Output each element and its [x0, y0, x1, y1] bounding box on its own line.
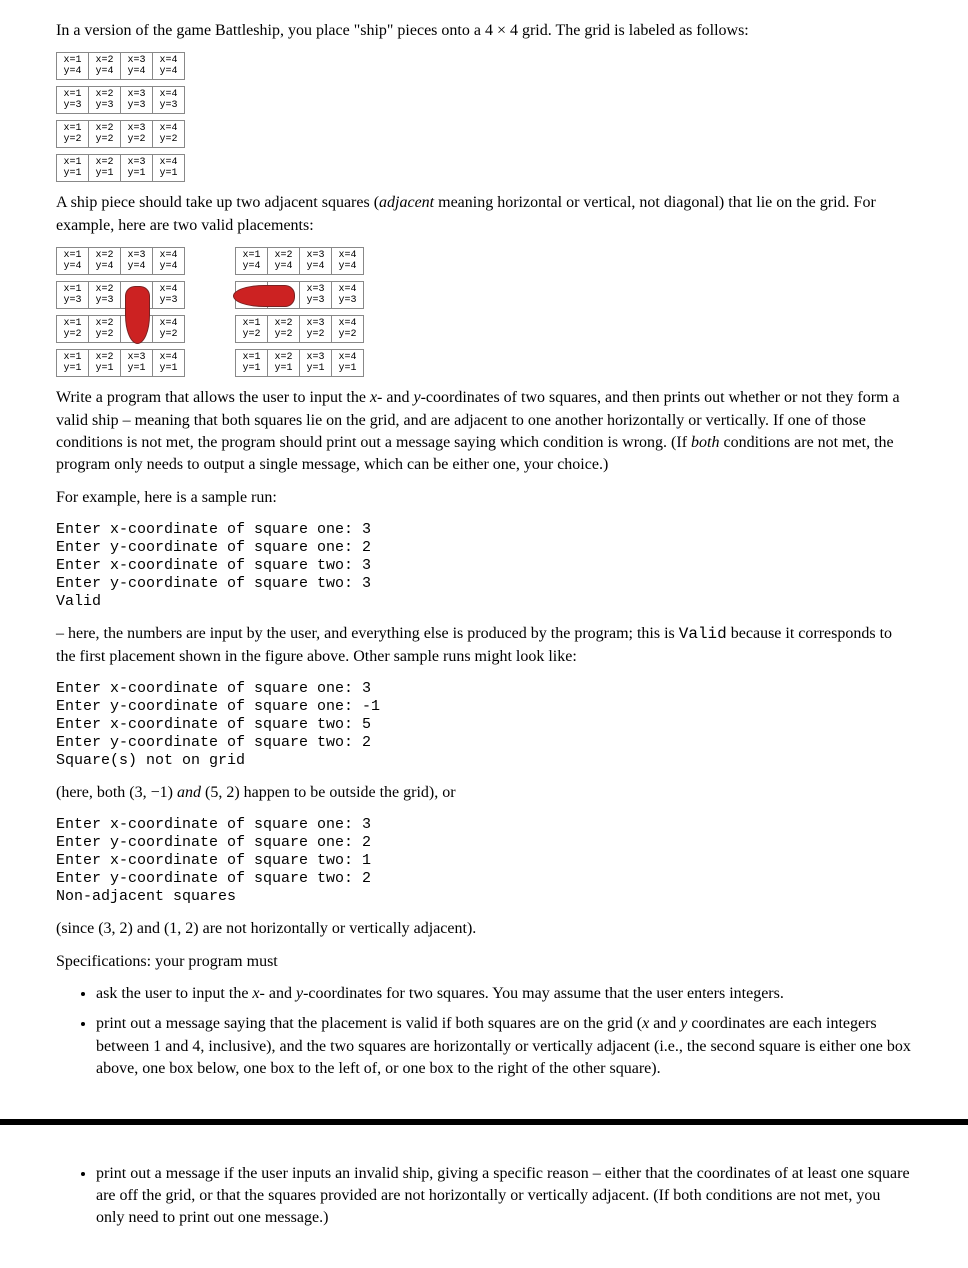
cell: x=2 y=3	[89, 87, 121, 114]
program-text: Write a program that allows the user to …	[56, 387, 912, 477]
cell: x=4 y=4	[153, 53, 185, 80]
ship-vertical-icon	[125, 286, 150, 344]
cell: x=2 y=3	[89, 282, 121, 309]
cell: x=4 y=3	[153, 87, 185, 114]
cell: x=2 y=2	[89, 316, 121, 343]
example-grids: x=1 y=4x=2 y=4x=3 y=4x=4 y=4 x=1 y=3x=2 …	[56, 247, 912, 377]
cell: x=4 y=3	[153, 282, 185, 309]
cell: x=3 y=1	[121, 350, 153, 377]
cell: x=1 y=4	[57, 248, 89, 275]
spec-item-1: ask the user to input the x- and y-coord…	[96, 983, 912, 1005]
cell: x=2 y=4	[268, 248, 300, 275]
spec-item-2: print out a message saying that the plac…	[96, 1013, 912, 1080]
cell: x=1 y=4	[57, 53, 89, 80]
cell: x=2 y=4	[89, 53, 121, 80]
cell: x=3 y=1	[121, 155, 153, 182]
specs-heading: Specifications: your program must	[56, 951, 912, 973]
cell: x=4 y=4	[153, 248, 185, 275]
sample-run-2: Enter x-coordinate of square one: 3 Ente…	[56, 680, 912, 770]
specs-list-cont: print out a message if the user inputs a…	[56, 1163, 912, 1230]
cell: x=1 y=3	[57, 87, 89, 114]
cell: x=2 y=1	[89, 350, 121, 377]
cell: x=2 y=1	[268, 350, 300, 377]
page-2: print out a message if the user inputs a…	[0, 1125, 968, 1268]
intro-text: In a version of the game Battleship, you…	[56, 20, 912, 42]
cell: x=1 y=1	[57, 350, 89, 377]
cell: x=4 y=3	[332, 282, 364, 309]
cell: x=4 y=1	[153, 155, 185, 182]
adjacent-text: A ship piece should take up two adjacent…	[56, 192, 912, 237]
grid-example-2: x=1 y=4x=2 y=4x=3 y=4x=4 y=4 x=3 y=3x=4 …	[235, 247, 364, 377]
cell: x=2 y=1	[89, 155, 121, 182]
cell: x=4 y=2	[153, 316, 185, 343]
grid-labeled: x=1 y=4x=2 y=4x=3 y=4x=4 y=4 x=1 y=3x=2 …	[56, 52, 185, 182]
cell: x=3 y=4	[300, 248, 332, 275]
page-1: In a version of the game Battleship, you…	[0, 0, 968, 1125]
specs-list: ask the user to input the x- and y-coord…	[56, 983, 912, 1081]
cell: x=1 y=1	[236, 350, 268, 377]
cell: x=1 y=2	[57, 121, 89, 148]
cell: x=4 y=2	[153, 121, 185, 148]
cell: x=1 y=1	[57, 155, 89, 182]
cell: x=1 y=4	[236, 248, 268, 275]
spec-item-3: print out a message if the user inputs a…	[96, 1163, 912, 1230]
explain-2: (here, both (3, −1) and (5, 2) happen to…	[56, 782, 912, 804]
cell: x=1 y=2	[57, 316, 89, 343]
cell: x=3 y=1	[300, 350, 332, 377]
sample-run-3: Enter x-coordinate of square one: 3 Ente…	[56, 816, 912, 906]
explain-1: – here, the numbers are input by the use…	[56, 623, 912, 668]
grid-example-1: x=1 y=4x=2 y=4x=3 y=4x=4 y=4 x=1 y=3x=2 …	[56, 247, 185, 377]
cell: x=2 y=2	[268, 316, 300, 343]
sample-intro: For example, here is a sample run:	[56, 487, 912, 509]
cell: x=3 y=2	[121, 121, 153, 148]
cell: x=3 y=2	[300, 316, 332, 343]
cell: x=4 y=1	[332, 350, 364, 377]
cell: x=4 y=2	[332, 316, 364, 343]
cell: x=3 y=4	[121, 53, 153, 80]
cell: x=1 y=2	[236, 316, 268, 343]
sample-run-1: Enter x-coordinate of square one: 3 Ente…	[56, 521, 912, 611]
cell: x=4 y=1	[153, 350, 185, 377]
cell-ship	[268, 282, 300, 309]
cell: x=2 y=2	[89, 121, 121, 148]
cell: x=4 y=4	[332, 248, 364, 275]
explain-3: (since (3, 2) and (1, 2) are not horizon…	[56, 918, 912, 940]
cell: x=1 y=3	[57, 282, 89, 309]
cell: x=2 y=4	[89, 248, 121, 275]
cell: x=3 y=3	[121, 87, 153, 114]
cell-ship	[121, 316, 153, 343]
cell: x=3 y=3	[300, 282, 332, 309]
cell: x=3 y=4	[121, 248, 153, 275]
ship-horizontal-icon	[233, 285, 295, 307]
